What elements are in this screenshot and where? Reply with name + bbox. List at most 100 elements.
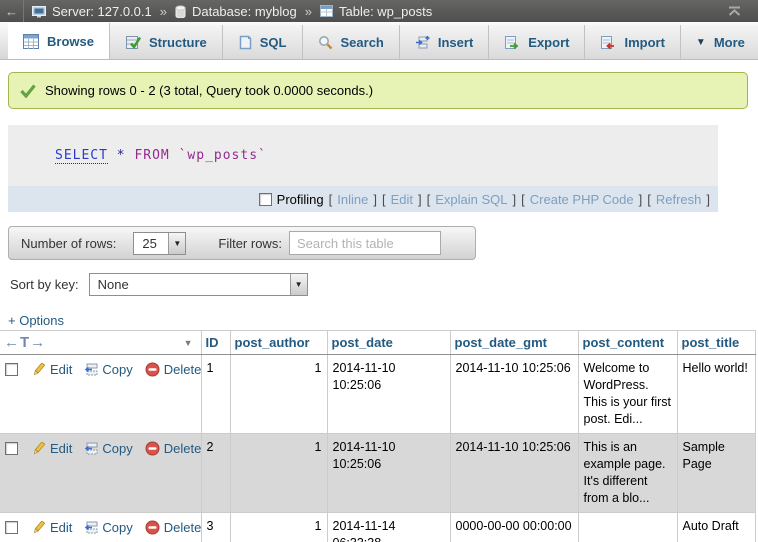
number-of-rows-select[interactable]: 25 ▼	[133, 232, 186, 255]
cell-post-date[interactable]: 2014-11-14 06:33:38	[327, 513, 450, 542]
edit-pencil-icon[interactable]	[31, 521, 50, 535]
row-actions-cell: Edit Copy Delete	[0, 355, 201, 434]
database-icon	[175, 5, 186, 18]
delete-link[interactable]: Delete	[164, 440, 201, 457]
delete-icon[interactable]	[145, 362, 164, 377]
results-table: ←T→ ▼ ID post_author post_date post_date…	[0, 330, 756, 542]
cell-post-title[interactable]: Hello world!	[677, 355, 755, 434]
column-header-post-date[interactable]: post_date	[327, 331, 450, 355]
edit-pencil-icon[interactable]	[31, 363, 50, 377]
column-header-id[interactable]: ID	[201, 331, 230, 355]
column-actions-header: ←T→ ▼	[0, 331, 201, 355]
browse-icon	[23, 34, 39, 49]
breadcrumb-server[interactable]: Server: 127.0.0.1	[52, 4, 152, 19]
cell-id[interactable]: 3	[201, 513, 230, 542]
copy-link[interactable]: Copy	[102, 440, 132, 457]
breadcrumb: ← Server: 127.0.0.1 » Database: myblog »…	[0, 0, 758, 22]
cell-id[interactable]: 2	[201, 434, 230, 513]
create-php-code-link[interactable]: Create PHP Code	[530, 192, 634, 207]
row-actions-cell: Edit Copy Delete	[0, 513, 201, 542]
cell-post-date-gmt[interactable]: 0000-00-00 00:00:00	[450, 513, 578, 542]
row-checkbox[interactable]	[5, 521, 18, 534]
sql-query-box: SELECT * FROM `wp_posts`	[8, 125, 718, 186]
sort-by-key-label: Sort by key:	[10, 277, 79, 292]
inline-link[interactable]: Inline	[337, 192, 368, 207]
copy-icon[interactable]	[84, 521, 102, 534]
cell-post-date[interactable]: 2014-11-10 10:25:06	[327, 434, 450, 513]
row-checkbox[interactable]	[5, 442, 18, 455]
table-row: Edit Copy Delete 1 1 2014-11-10 10:25:06…	[0, 355, 755, 434]
cell-post-date-gmt[interactable]: 2014-11-10 10:25:06	[450, 434, 578, 513]
collapse-top-icon[interactable]	[727, 6, 742, 17]
tab-import[interactable]: Import	[585, 25, 680, 59]
cell-post-author[interactable]: 1	[230, 355, 327, 434]
tab-insert[interactable]: Insert	[400, 25, 489, 59]
header-dropdown-icon[interactable]: ▼	[184, 338, 193, 348]
tab-label: Import	[624, 35, 664, 50]
edit-query-link[interactable]: Edit	[391, 192, 413, 207]
delete-icon[interactable]	[145, 520, 164, 535]
sql-keyword-select[interactable]: SELECT	[55, 148, 108, 164]
insert-icon	[415, 35, 430, 50]
delete-icon[interactable]	[145, 441, 164, 456]
row-checkbox[interactable]	[5, 363, 18, 376]
delete-link[interactable]: Delete	[164, 519, 201, 536]
filter-rows-label: Filter rows:	[218, 236, 282, 251]
sql-query: SELECT * FROM `wp_posts`	[55, 148, 718, 163]
column-header-post-author[interactable]: post_author	[230, 331, 327, 355]
cell-post-date[interactable]: 2014-11-10 10:25:06	[327, 355, 450, 434]
copy-icon[interactable]	[84, 363, 102, 376]
rows-control-bar: Number of rows: 25 ▼ Filter rows:	[8, 226, 476, 260]
edit-link[interactable]: Edit	[50, 519, 72, 536]
options-toggle-link[interactable]: + Options	[8, 313, 64, 328]
column-header-post-title[interactable]: post_title	[677, 331, 755, 355]
breadcrumb-separator: »	[305, 4, 312, 19]
tab-label: Browse	[47, 34, 94, 49]
breadcrumb-table[interactable]: Table: wp_posts	[339, 4, 432, 19]
tab-structure[interactable]: Structure	[110, 25, 223, 59]
tab-browse[interactable]: Browse	[8, 23, 110, 59]
refresh-link[interactable]: Refresh	[656, 192, 702, 207]
copy-link[interactable]: Copy	[102, 519, 132, 536]
tab-label: SQL	[260, 35, 287, 50]
cell-post-date-gmt[interactable]: 2014-11-10 10:25:06	[450, 355, 578, 434]
breadcrumb-separator: »	[160, 4, 167, 19]
sql-keyword-from: FROM	[134, 148, 169, 163]
edit-link[interactable]: Edit	[50, 440, 72, 457]
copy-link[interactable]: Copy	[102, 361, 132, 378]
sort-row: Sort by key: None ▼	[10, 273, 758, 296]
cell-post-title[interactable]: Sample Page	[677, 434, 755, 513]
cell-post-author[interactable]: 1	[230, 513, 327, 542]
breadcrumb-database[interactable]: Database: myblog	[192, 4, 297, 19]
search-icon	[318, 35, 333, 50]
back-button[interactable]: ←	[0, 0, 24, 22]
row-actions-cell: Edit Copy Delete	[0, 434, 201, 513]
profiling-checkbox[interactable]	[259, 193, 272, 206]
cell-id[interactable]: 1	[201, 355, 230, 434]
cell-post-title[interactable]: Auto Draft	[677, 513, 755, 542]
filter-rows-input[interactable]	[289, 231, 441, 255]
tab-more[interactable]: ▼ More	[681, 25, 758, 59]
tab-sql[interactable]: SQL	[223, 25, 303, 59]
cell-post-content[interactable]	[578, 513, 677, 542]
select-arrow-icon: ▼	[290, 274, 307, 295]
cell-post-author[interactable]: 1	[230, 434, 327, 513]
tab-export[interactable]: Export	[489, 25, 585, 59]
column-header-post-date-gmt[interactable]: post_date_gmt	[450, 331, 578, 355]
table-icon	[320, 5, 333, 17]
sort-by-key-select[interactable]: None ▼	[89, 273, 308, 296]
delete-link[interactable]: Delete	[164, 361, 201, 378]
status-message: Showing rows 0 - 2 (3 total, Query took …	[8, 72, 748, 109]
explain-sql-link[interactable]: Explain SQL	[435, 192, 507, 207]
tab-search[interactable]: Search	[303, 25, 400, 59]
query-footer: Profiling [ Inline ] [ Edit ] [ Explain …	[8, 186, 718, 212]
cell-post-content[interactable]: This is an example page. It's different …	[578, 434, 677, 513]
cell-post-content[interactable]: Welcome to WordPress. This is your first…	[578, 355, 677, 434]
edit-link[interactable]: Edit	[50, 361, 72, 378]
export-icon	[504, 35, 520, 50]
column-header-post-content[interactable]: post_content	[578, 331, 677, 355]
tab-label: Search	[341, 35, 384, 50]
edit-pencil-icon[interactable]	[31, 442, 50, 456]
column-action-icon[interactable]: ←T→	[4, 334, 46, 351]
copy-icon[interactable]	[84, 442, 102, 455]
